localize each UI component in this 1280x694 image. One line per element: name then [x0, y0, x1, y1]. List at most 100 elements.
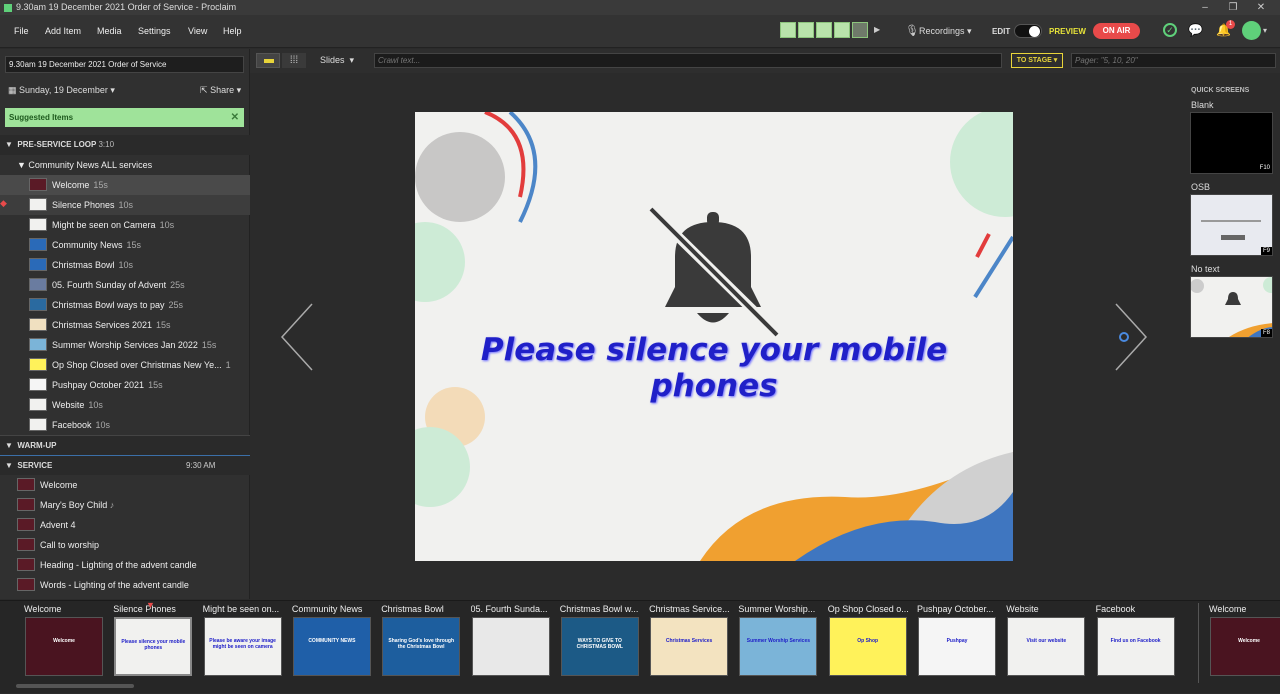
- restore-icon[interactable]: ❐: [1222, 0, 1244, 15]
- strip-slide[interactable]: Facebook Find us on Facebook: [1092, 601, 1180, 694]
- menu-file[interactable]: File: [14, 26, 29, 36]
- quick-no-text-thumb[interactable]: F8: [1190, 276, 1273, 338]
- service-item[interactable]: Call to worship: [0, 535, 250, 555]
- crawl-text-input[interactable]: [374, 53, 1002, 68]
- strip-slide-thumbnail: Summer Worship Services: [739, 617, 818, 676]
- stage-screen-1-icon[interactable]: [780, 22, 796, 38]
- item-label: Silence Phones 10s: [52, 195, 133, 215]
- strip-slide[interactable]: Christmas Service... Christmas Services: [645, 601, 733, 694]
- strip-slide-thumbnail: WAYS TO GIVE TO CHRISTMAS BOWL: [560, 617, 639, 676]
- next-slide-icon[interactable]: [1110, 300, 1150, 374]
- strip-slide[interactable]: Silence Phones Please silence your mobile…: [109, 601, 197, 694]
- strip-slide[interactable]: Christmas Bowl Sharing God's love through…: [377, 601, 465, 694]
- item-duration: 15s: [201, 340, 217, 350]
- loop-item[interactable]: Website 10s: [0, 395, 250, 415]
- item-title: 05. Fourth Sunday of Advent: [52, 280, 167, 290]
- chevron-down-icon[interactable]: ▾: [1263, 26, 1267, 35]
- menu-media[interactable]: Media: [97, 26, 122, 36]
- loop-item[interactable]: Community News 15s: [0, 235, 250, 255]
- group-label: Community News ALL services: [28, 160, 153, 170]
- item-title: Christmas Bowl ways to pay: [52, 300, 165, 310]
- avatar[interactable]: [1242, 21, 1261, 40]
- loop-item[interactable]: Welcome 15s: [0, 175, 250, 195]
- stage-screen-4-icon[interactable]: [834, 22, 850, 38]
- minimize-icon[interactable]: –: [1194, 0, 1216, 15]
- strip-slide[interactable]: Pushpay October... Pushpay: [913, 601, 1001, 694]
- stage-screen-5-icon[interactable]: [852, 22, 868, 38]
- strip-thumb-text: Please silence your mobile phones: [121, 639, 186, 651]
- share-button[interactable]: ⇱ Share ▾: [200, 85, 241, 96]
- item-label: Website 10s: [52, 395, 103, 415]
- edit-preview-toggle[interactable]: [1014, 24, 1042, 38]
- strip-thumb-text: [473, 618, 549, 638]
- service-item[interactable]: Welcome: [0, 475, 250, 495]
- loop-item[interactable]: Might be seen on Camera 10s: [0, 215, 250, 235]
- item-duration: 10s: [95, 420, 111, 430]
- item-label: Pushpay October 2021 15s: [52, 375, 163, 395]
- strip-slide[interactable]: Community News COMMUNITY NEWS: [288, 601, 376, 694]
- slides-dropdown[interactable]: Slides ▾: [320, 55, 354, 66]
- strip-slide[interactable]: Welcome Welcome: [20, 601, 108, 694]
- shortcut-key: F9: [1260, 247, 1272, 255]
- on-air-button[interactable]: ON AIR: [1093, 23, 1140, 39]
- service-item[interactable]: Words - Lighting of the advent candle: [0, 575, 250, 595]
- strip-scrollbar[interactable]: [16, 684, 134, 688]
- section-time: 3:10: [98, 140, 115, 149]
- menu-view[interactable]: View: [188, 26, 207, 36]
- strip-slide[interactable]: Op Shop Closed o... Op Shop: [824, 601, 912, 694]
- menu-help[interactable]: Help: [223, 26, 242, 36]
- loop-item[interactable]: Christmas Services 2021 15s: [0, 315, 250, 335]
- section-warm-up[interactable]: ▼ WARM-UP: [0, 435, 250, 455]
- close-icon[interactable]: ✕: [1250, 0, 1272, 15]
- quick-no-text-label: No text: [1191, 264, 1220, 274]
- section-service[interactable]: ▼ SERVICE 9:30 AM: [0, 455, 250, 475]
- strip-slide[interactable]: Welcome Welcome: [1205, 601, 1280, 694]
- loop-item[interactable]: Pushpay October 2021 15s: [0, 375, 250, 395]
- loop-item[interactable]: Christmas Bowl 10s: [0, 255, 250, 275]
- section-pre-service-loop[interactable]: ▼ PRE-SERVICE LOOP 3:10: [0, 135, 250, 155]
- strip-slide[interactable]: Summer Worship... Summer Worship Services: [734, 601, 822, 694]
- service-item[interactable]: Advent 4: [0, 515, 250, 535]
- item-title: Welcome: [52, 180, 90, 190]
- suggested-label: Suggested Items: [9, 113, 74, 122]
- strip-slide[interactable]: Might be seen on... Please be aware your …: [199, 601, 287, 694]
- stage-screen-3-icon[interactable]: [816, 22, 832, 38]
- item-label: Facebook 10s: [52, 415, 110, 435]
- suggested-items-banner[interactable]: Suggested Items ✕: [5, 108, 244, 127]
- recordings-menu[interactable]: Recordings ▾: [919, 26, 972, 37]
- chat-icon[interactable]: 💬: [1188, 23, 1203, 37]
- service-item[interactable]: Mary's Boy Child ♪: [0, 495, 250, 515]
- to-stage-button[interactable]: TO STAGE ▾: [1011, 53, 1063, 68]
- menu-add-item[interactable]: Add Item: [45, 26, 81, 36]
- quick-osb-thumb[interactable]: F9: [1190, 194, 1273, 256]
- loop-item[interactable]: 05. Fourth Sunday of Advent 25s: [0, 275, 250, 295]
- section-label: SERVICE: [17, 461, 53, 470]
- item-title: Pushpay October 2021: [52, 380, 145, 390]
- status-check-icon[interactable]: ✓: [1163, 23, 1177, 37]
- loop-item[interactable]: Christmas Bowl ways to pay 25s: [0, 295, 250, 315]
- close-icon[interactable]: ✕: [231, 108, 239, 127]
- item-thumbnail: [17, 578, 35, 591]
- group-header[interactable]: ▼ Community News ALL services: [0, 155, 250, 175]
- service-item[interactable]: Heading - Lighting of the advent candle: [0, 555, 250, 575]
- stage-screen-2-icon[interactable]: [798, 22, 814, 38]
- notification-badge: 1: [1226, 20, 1235, 29]
- date-picker[interactable]: ▦ Sunday, 19 December ▾: [8, 85, 115, 96]
- strip-slide[interactable]: Website Visit our website: [1002, 601, 1090, 694]
- loop-item[interactable]: Facebook 10s: [0, 415, 250, 435]
- menu-settings[interactable]: Settings: [138, 26, 171, 36]
- play-icon[interactable]: ▶: [874, 25, 880, 34]
- quick-blank-thumb[interactable]: F10: [1190, 112, 1273, 174]
- loop-item[interactable]: Op Shop Closed over Christmas New Ye... 1: [0, 355, 250, 375]
- item-duration: 15s: [93, 180, 108, 190]
- live-marker-icon: ◆: [0, 198, 7, 208]
- strip-slide[interactable]: Christmas Bowl w... WAYS TO GIVE TO CHRIS…: [556, 601, 644, 694]
- loop-item[interactable]: Silence Phones 10s: [0, 195, 250, 215]
- previous-slide-icon[interactable]: [278, 300, 318, 374]
- pager-input[interactable]: [1071, 53, 1276, 68]
- grid-view-icon[interactable]: ⁞⁞⁞: [282, 53, 306, 68]
- service-name-field[interactable]: 9.30am 19 December 2021 Order of Service: [5, 56, 244, 73]
- strip-slide[interactable]: 05. Fourth Sunda...: [467, 601, 555, 694]
- single-view-button[interactable]: [256, 53, 280, 68]
- loop-item[interactable]: Summer Worship Services Jan 2022 15s: [0, 335, 250, 355]
